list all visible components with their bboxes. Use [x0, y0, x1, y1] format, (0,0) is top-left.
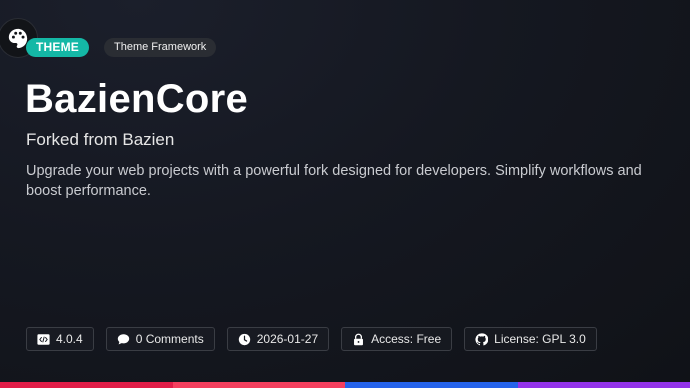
- access-chip: Access: Free: [341, 327, 453, 351]
- license-chip: License: GPL 3.0: [464, 327, 597, 351]
- code-icon: [37, 333, 50, 346]
- license-label: License: GPL 3.0: [494, 332, 586, 346]
- accent-bar-segment: [0, 382, 173, 388]
- page-description: Upgrade your web projects with a powerfu…: [26, 163, 642, 199]
- comment-icon: [117, 333, 130, 346]
- type-badge: THEME: [26, 38, 89, 57]
- category-badge[interactable]: Theme Framework: [104, 38, 217, 57]
- github-icon: [475, 332, 489, 346]
- lock-icon: [352, 333, 365, 346]
- page-title: BazienCore: [25, 77, 249, 121]
- comments-label: 0 Comments: [135, 332, 204, 346]
- version-chip: 4.0.4: [26, 327, 94, 351]
- meta-row: 4.0.4 0 Comments 2026-01-27 Access: Free…: [26, 327, 597, 351]
- clock-icon: [238, 333, 251, 346]
- comments-chip[interactable]: 0 Comments: [105, 327, 215, 351]
- accent-bar: [0, 382, 690, 388]
- version-label: 4.0.4: [56, 332, 83, 346]
- accent-bar-segment: [517, 382, 690, 388]
- date-label: 2026-01-27: [256, 332, 319, 346]
- page-subtitle: Forked from Bazien: [26, 130, 175, 149]
- accent-bar-segment: [345, 382, 518, 388]
- date-chip: 2026-01-27: [226, 327, 330, 351]
- badge-row: THEME Theme Framework: [26, 38, 217, 57]
- access-label: Access: Free: [371, 332, 442, 346]
- accent-bar-segment: [172, 382, 345, 388]
